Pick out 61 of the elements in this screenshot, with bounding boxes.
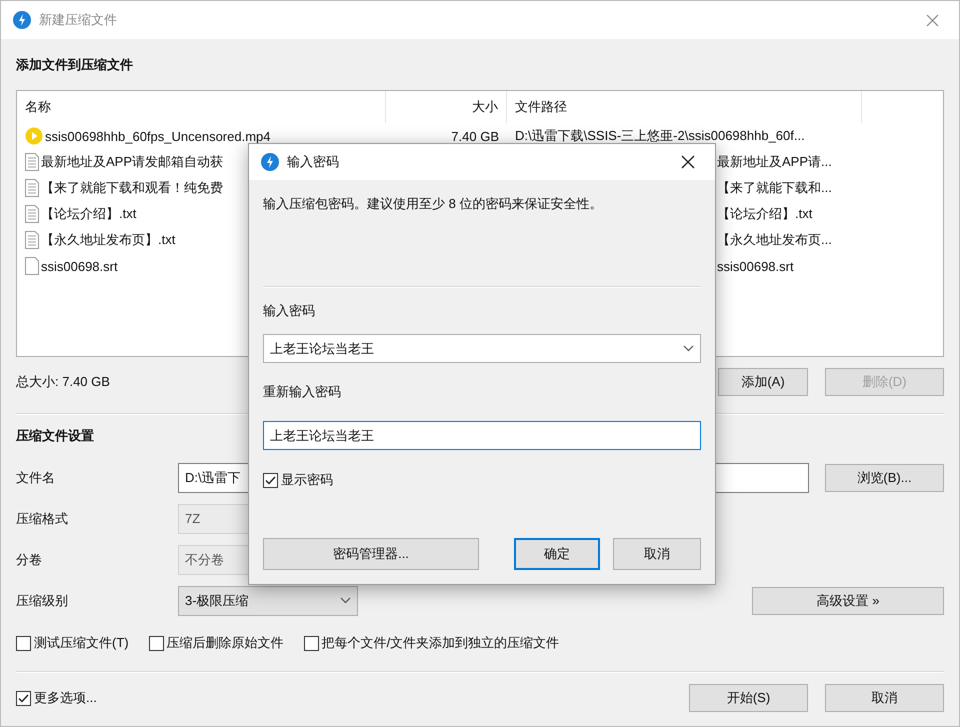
field-label: 压缩级别 <box>16 592 69 610</box>
section-title: 压缩文件设置 <box>16 427 94 445</box>
file-name: 【论坛介绍】.txt <box>41 205 136 223</box>
advanced-settings-button[interactable]: 高级设置 » <box>752 586 944 614</box>
checkbox-label: 更多选项... <box>34 689 97 707</box>
dialog-title: 输入密码 <box>287 153 339 171</box>
window-title: 新建压缩文件 <box>39 11 117 29</box>
section-title: 添加文件到压缩文件 <box>16 56 133 74</box>
file-name: 最新地址及APP请发邮箱自动获 <box>41 153 224 171</box>
file-path: 【论坛介绍】.txt <box>717 205 812 223</box>
cancel-button[interactable]: 取消 <box>613 538 701 570</box>
file-name: 【永久地址发布页】.txt <box>41 231 176 249</box>
file-path: 【永久地址发布页... <box>717 231 832 249</box>
dialog-description: 输入压缩包密码。建议使用至少 8 位的密码来保证安全性。 <box>263 195 604 213</box>
document-icon <box>25 153 39 171</box>
file-size: 7.40 GB <box>451 128 499 144</box>
checkbox[interactable] <box>148 636 164 650</box>
column-header[interactable]: 名称 <box>17 91 386 123</box>
file-path: D:\迅雷下载\SSIS-三上悠亜-2\ssis00698hhb_60f... <box>515 127 805 145</box>
chevron-down-icon <box>340 597 351 604</box>
file-name: ssis00698.srt <box>41 258 118 274</box>
checkbox-label: 把每个文件/文件夹添加到独立的压缩文件 <box>322 634 560 652</box>
checkbox[interactable] <box>263 472 278 488</box>
field-label: 重新输入密码 <box>263 383 341 401</box>
field-label: 分卷 <box>16 550 43 568</box>
checkbox[interactable] <box>16 636 31 650</box>
play-icon <box>25 127 43 145</box>
field-label: 文件名 <box>16 468 56 486</box>
field-label: 压缩格式 <box>16 510 69 528</box>
app-logo-icon <box>261 153 279 171</box>
chevron-down-icon <box>683 345 694 352</box>
confirm-password-field[interactable]: 上老王论坛当老王 <box>263 421 701 450</box>
blank-file-icon <box>25 257 39 275</box>
file-path: 【来了就能下载和... <box>717 179 832 197</box>
checkbox-label: 测试压缩文件(T) <box>34 634 129 652</box>
browse-button[interactable]: 浏览(B)... <box>825 464 944 492</box>
add-button[interactable]: 添加(A) <box>718 368 808 396</box>
ok-button[interactable]: 确定 <box>514 538 600 570</box>
password-combobox[interactable]: 上老王论坛当老王 <box>263 334 701 363</box>
app-logo-icon <box>13 11 31 29</box>
document-icon <box>25 205 39 223</box>
total-size: 总大小: 7.40 GB <box>16 373 110 391</box>
field-label: 输入密码 <box>263 302 315 320</box>
checkbox-label: 压缩后删除原始文件 <box>166 634 284 652</box>
column-header[interactable]: 文件路径 <box>507 91 862 123</box>
file-path: ssis00698.srt <box>717 258 794 274</box>
close-icon <box>926 14 938 26</box>
start-button[interactable]: 开始(S) <box>689 684 808 712</box>
dropdown[interactable]: 3-极限压缩 <box>178 586 358 616</box>
file-name: 【来了就能下载和观看！纯免费 <box>41 179 223 197</box>
document-icon <box>25 231 39 249</box>
file-path: 最新地址及APP请... <box>717 153 832 171</box>
file-name: ssis00698hhb_60fps_Uncensored.mp4 <box>45 128 270 144</box>
password-manager-button[interactable]: 密码管理器... <box>263 538 479 570</box>
checkbox-label: 显示密码 <box>281 471 333 489</box>
checkbox[interactable] <box>16 690 31 706</box>
checkbox[interactable] <box>304 636 319 650</box>
close-icon <box>681 155 695 169</box>
column-header[interactable]: 大小 <box>386 91 507 123</box>
cancel-button[interactable]: 取消 <box>825 684 944 712</box>
document-icon <box>25 179 39 197</box>
